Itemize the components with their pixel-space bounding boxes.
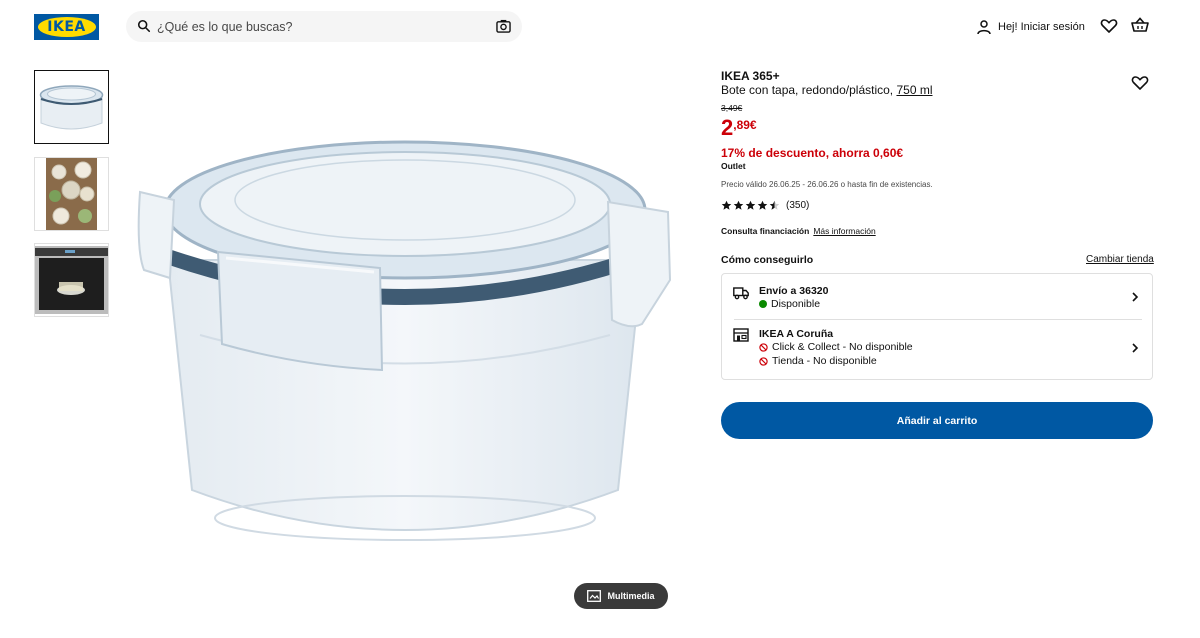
chevron-right-icon[interactable] (1130, 343, 1140, 353)
login-label: Hej! Iniciar sesión (998, 21, 1085, 33)
thumbnail-3[interactable] (34, 243, 109, 317)
product-brand: IKEA 365+ (721, 69, 780, 83)
click-collect-status: Click & Collect - No disponible (759, 341, 913, 353)
user-icon (977, 20, 991, 35)
financing-label: Consulta financiación (721, 226, 810, 236)
store-stock-status: Tienda - No disponible (759, 355, 877, 367)
delivery-status-text: Disponible (771, 298, 821, 310)
price-integer: 2 (721, 115, 734, 140)
store-status-text: Tienda - No disponible (772, 355, 877, 367)
price-validity: Precio válido 26.06.25 - 26.06.26 o hast… (721, 180, 933, 189)
search-input[interactable] (157, 16, 477, 37)
discount-text: 17% de descuento, ahorra 0,60€ (721, 146, 904, 160)
truck-icon (733, 287, 749, 300)
chevron-right-icon[interactable] (1130, 292, 1140, 302)
delivery-status: Disponible (759, 298, 820, 310)
oven-thumbnail-image (35, 244, 108, 316)
financing-link[interactable]: Más información (813, 226, 875, 236)
unavailable-icon (759, 342, 768, 352)
size-link[interactable]: 750 ml (896, 83, 932, 97)
login-link[interactable]: Hej! Iniciar sesión (976, 18, 1085, 36)
current-price: 2 ,89€ (721, 114, 757, 142)
description-text: Bote con tapa, redondo/plástico, (721, 83, 894, 97)
available-dot-icon (759, 300, 767, 308)
container-thumbnail-image (35, 71, 108, 143)
star-icon (745, 200, 756, 210)
camera-icon[interactable] (496, 19, 511, 33)
add-to-cart-button[interactable]: Añadir al carrito (721, 402, 1153, 439)
cart-icon[interactable] (1131, 17, 1149, 35)
thumbnail-1[interactable] (34, 70, 109, 144)
store-title: IKEA A Coruña (759, 328, 834, 340)
old-price: 3,49€ (721, 103, 743, 113)
rating-stars (721, 200, 780, 211)
star-icon (733, 200, 744, 210)
outlet-tag: Outlet (721, 161, 746, 171)
star-icon (757, 200, 768, 210)
change-store-link[interactable]: Cambiar tienda (1086, 254, 1154, 265)
availability-box: Envío a 36320 Disponible IKEA A Coruña C… (721, 273, 1153, 380)
product-main-image (137, 140, 672, 541)
logo-oval: IKEA (37, 17, 96, 37)
delivery-title: Envío a 36320 (759, 285, 829, 297)
financing-info: Consulta financiación Más información (721, 226, 876, 236)
divider (734, 319, 1142, 320)
heart-icon[interactable] (1100, 17, 1118, 35)
gallery-icon (587, 590, 602, 602)
search-icon[interactable] (137, 19, 151, 33)
how-to-get-heading: Cómo conseguirlo (721, 254, 814, 266)
thumbnail-2[interactable] (34, 157, 109, 231)
search-bar[interactable] (126, 11, 522, 42)
product-description: Bote con tapa, redondo/plástico, 750 ml (721, 83, 933, 97)
multimedia-button[interactable]: Multimedia (574, 583, 668, 609)
star-icon (721, 200, 732, 210)
half-star-icon (769, 200, 780, 210)
rating-count: (350) (786, 200, 810, 211)
logo-text: IKEA (47, 19, 86, 35)
rating[interactable]: (350) (721, 200, 809, 211)
table-setting-thumbnail-image (35, 158, 108, 230)
ikea-logo[interactable]: IKEA (34, 14, 99, 40)
unavailable-icon (759, 356, 768, 366)
multimedia-label: Multimedia (607, 591, 655, 601)
favorite-heart-icon[interactable] (1131, 74, 1149, 92)
price-decimal: ,89€ (733, 118, 757, 132)
click-collect-text: Click & Collect - No disponible (772, 341, 913, 353)
store-icon (733, 328, 749, 342)
